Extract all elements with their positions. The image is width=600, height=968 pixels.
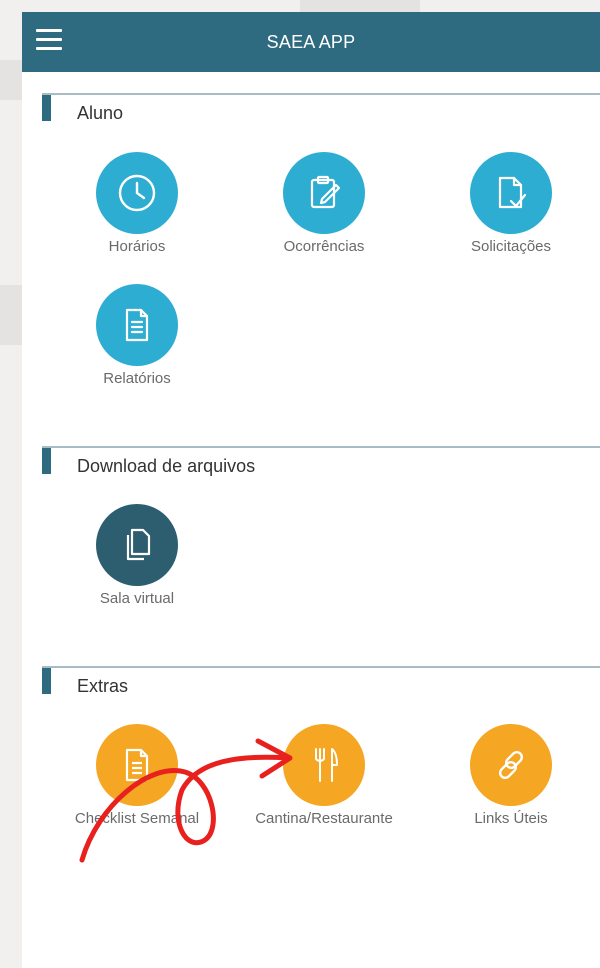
tile-ocorrencias[interactable]: Ocorrências — [244, 152, 404, 255]
section-marker — [42, 95, 51, 121]
background-shape — [0, 60, 22, 100]
tile-label: Relatórios — [103, 370, 171, 387]
clipboard-edit-icon — [283, 152, 365, 234]
tile-sala-virtual[interactable]: Sala virtual — [57, 504, 217, 607]
app-title: SAEA APP — [266, 32, 356, 52]
checklist-document-icon — [96, 724, 178, 806]
section-title: Aluno — [77, 103, 124, 123]
tile-label: Checklist Semanal — [74, 810, 200, 827]
section-marker — [42, 448, 51, 474]
tile-label: Ocorrências — [283, 238, 365, 255]
tile-label: Cantina/Restaurante — [255, 810, 393, 827]
tile-relatorios[interactable]: Relatórios — [57, 284, 217, 387]
document-check-icon — [470, 152, 552, 234]
tile-solicitacoes[interactable]: Solicitações — [431, 152, 591, 255]
fork-knife-icon — [283, 724, 365, 806]
tile-checklist-semanal[interactable]: Checklist Semanal — [57, 724, 217, 827]
section-title: Extras — [77, 676, 129, 696]
background-shape — [300, 0, 420, 12]
section-divider — [42, 93, 600, 95]
tile-label: Sala virtual — [99, 590, 175, 607]
section-marker — [42, 668, 51, 694]
tile-label: Horários — [108, 238, 166, 255]
background-shape — [0, 285, 22, 345]
link-icon — [470, 724, 552, 806]
clock-icon — [96, 152, 178, 234]
section-divider — [42, 666, 600, 668]
tile-cantina-restaurante[interactable]: Cantina/Restaurante — [244, 724, 404, 827]
document-lines-icon — [96, 284, 178, 366]
app-bar: SAEA APP — [22, 12, 600, 72]
section-title: Download de arquivos — [77, 456, 256, 476]
section-divider — [42, 446, 600, 448]
tile-horarios[interactable]: Horários — [57, 152, 217, 255]
tile-label: Links Úteis — [474, 810, 548, 827]
tile-label: Solicitações — [470, 238, 552, 255]
files-icon — [96, 504, 178, 586]
app-screen: SAEA APP Aluno Horários Ocorrências Soli… — [22, 12, 600, 968]
tile-links-uteis[interactable]: Links Úteis — [431, 724, 591, 827]
